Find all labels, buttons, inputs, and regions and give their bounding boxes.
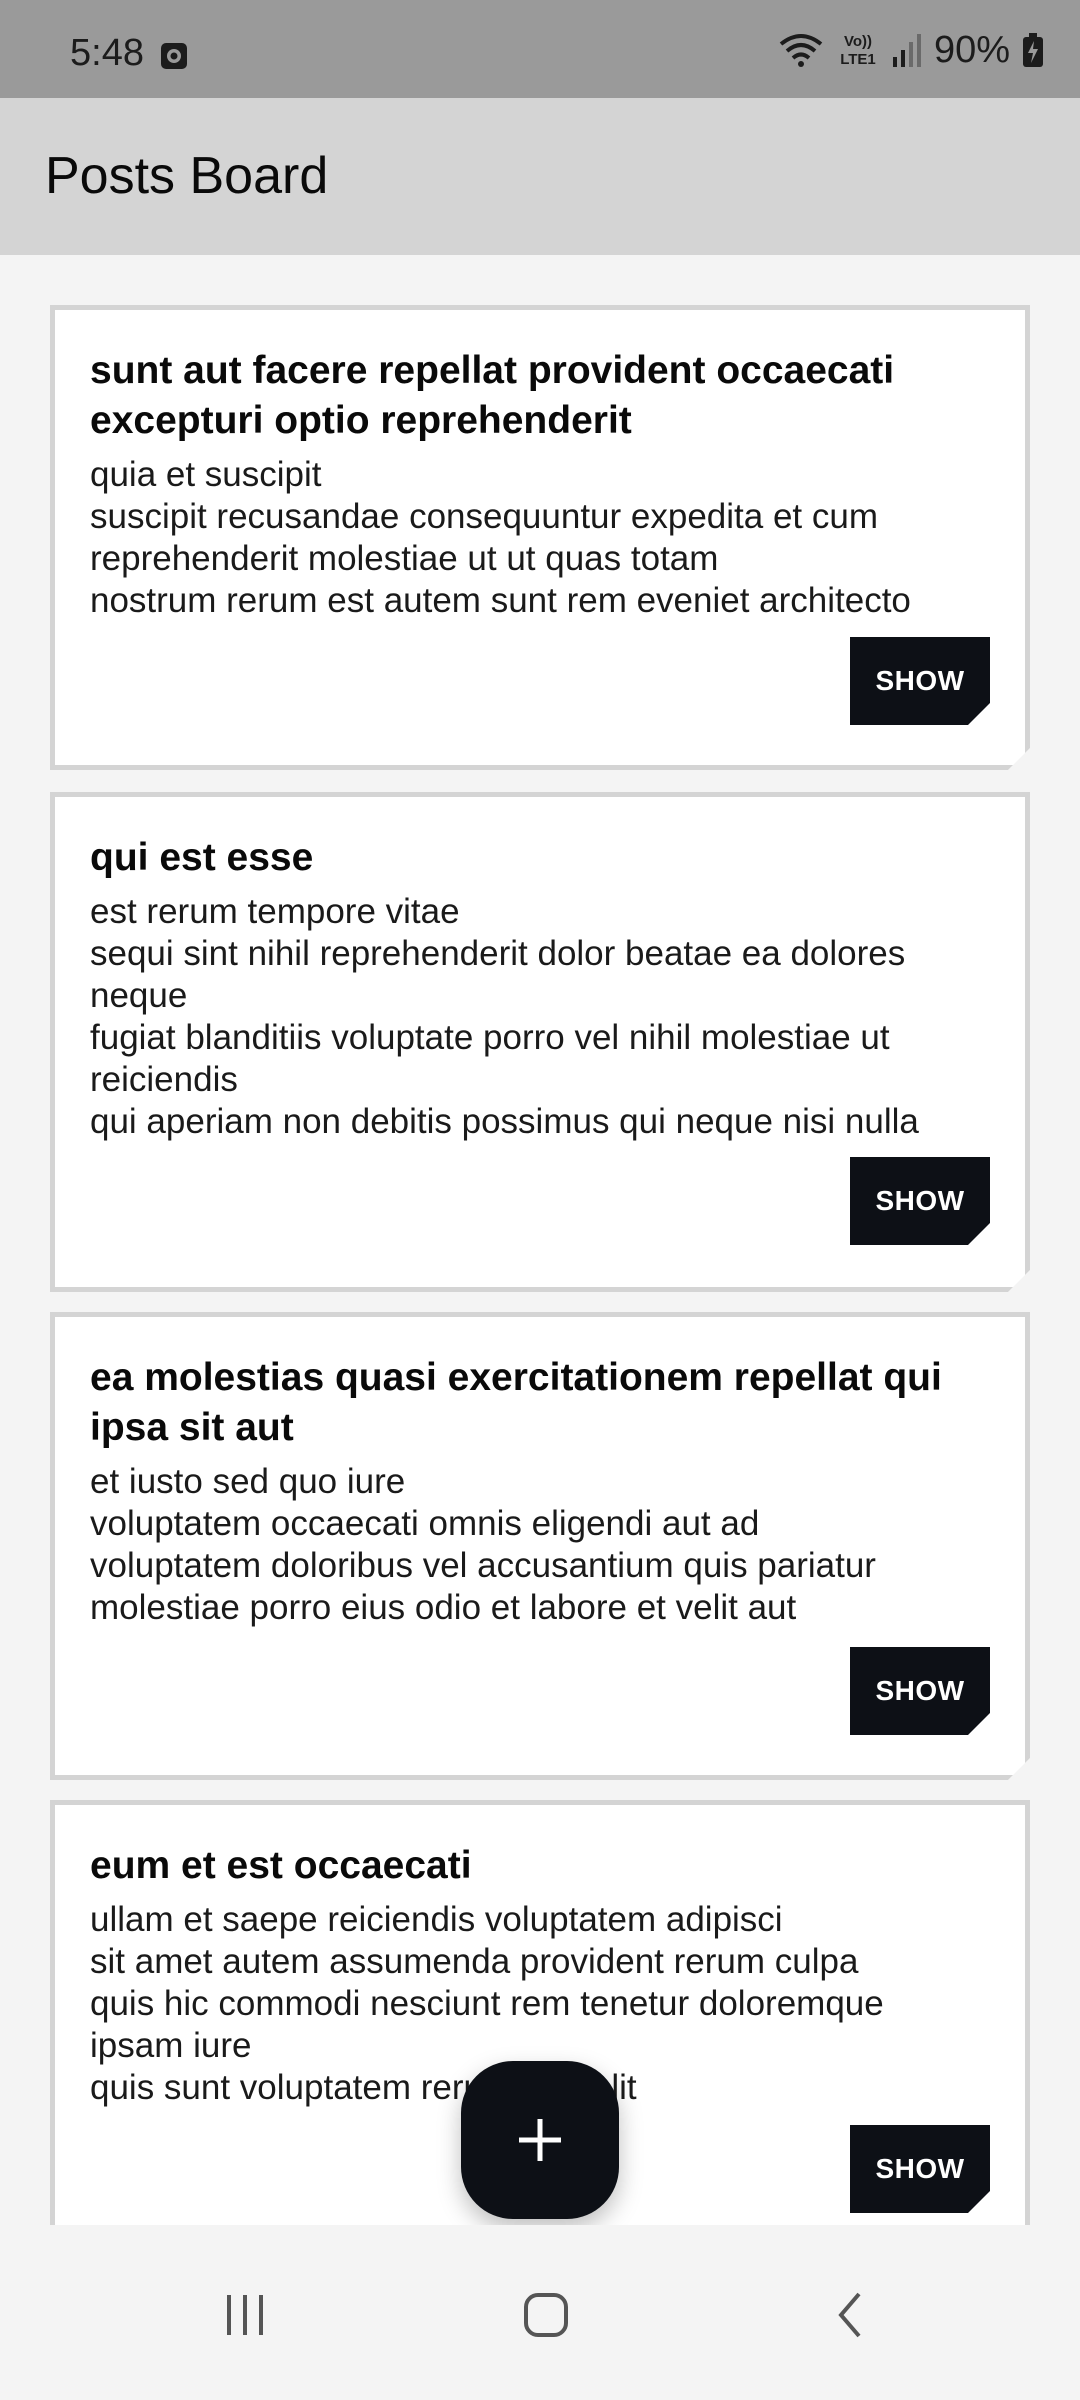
status-icons: Vo)) LTE1 90% bbox=[778, 28, 1044, 71]
post-card: sunt aut facere repellat provident occae… bbox=[50, 305, 1030, 770]
show-post-button[interactable]: SHOW bbox=[850, 1157, 990, 1245]
app-bar: Posts Board bbox=[0, 98, 1080, 255]
post-body: quia et suscipit suscipit recusandae con… bbox=[90, 455, 911, 620]
volte-lte-icon: Vo)) LTE1 bbox=[840, 33, 876, 68]
show-post-button[interactable]: SHOW bbox=[850, 2125, 990, 2213]
plus-icon bbox=[519, 2119, 561, 2161]
add-post-button[interactable] bbox=[461, 2061, 619, 2219]
posts-list[interactable]: sunt aut facere repellat provident occae… bbox=[0, 255, 1080, 2225]
show-post-button[interactable]: SHOW bbox=[850, 1647, 990, 1735]
status-time: 5:48 bbox=[70, 32, 144, 74]
volte-label-bottom: LTE1 bbox=[840, 51, 876, 68]
post-card: ea molestias quasi exercitationem repell… bbox=[50, 1312, 1030, 1780]
post-title: qui est esse bbox=[90, 836, 314, 879]
back-button[interactable] bbox=[810, 2280, 890, 2350]
system-nav-bar bbox=[0, 2225, 1080, 2400]
recent-apps-icon bbox=[227, 2295, 263, 2335]
battery-percent: 90% bbox=[933, 28, 1010, 71]
home-button[interactable] bbox=[506, 2280, 586, 2350]
post-title: ea molestias quasi exercitationem repell… bbox=[90, 1356, 942, 1449]
battery-charging-icon bbox=[1023, 33, 1043, 67]
show-post-button[interactable]: SHOW bbox=[850, 637, 990, 725]
volte-label-top: Vo)) bbox=[844, 33, 872, 50]
post-title: eum et est occaecati bbox=[90, 1844, 472, 1887]
back-icon bbox=[838, 2292, 861, 2338]
post-body: est rerum tempore vitae sequi sint nihil… bbox=[90, 892, 919, 1141]
wifi-icon bbox=[779, 34, 823, 67]
post-card: qui est esse est rerum tempore vitae seq… bbox=[50, 792, 1030, 1292]
home-icon bbox=[524, 2293, 568, 2337]
page-title: Posts Board bbox=[45, 147, 329, 205]
status-bar: 5:48 Vo)) LTE1 90% bbox=[0, 0, 1080, 98]
screen-record-icon bbox=[161, 43, 187, 69]
post-body: et iusto sed quo iure voluptatem occaeca… bbox=[90, 1462, 876, 1627]
recent-apps-button[interactable] bbox=[205, 2280, 285, 2350]
post-title: sunt aut facere repellat provident occae… bbox=[90, 349, 895, 442]
signal-icon bbox=[892, 34, 921, 67]
